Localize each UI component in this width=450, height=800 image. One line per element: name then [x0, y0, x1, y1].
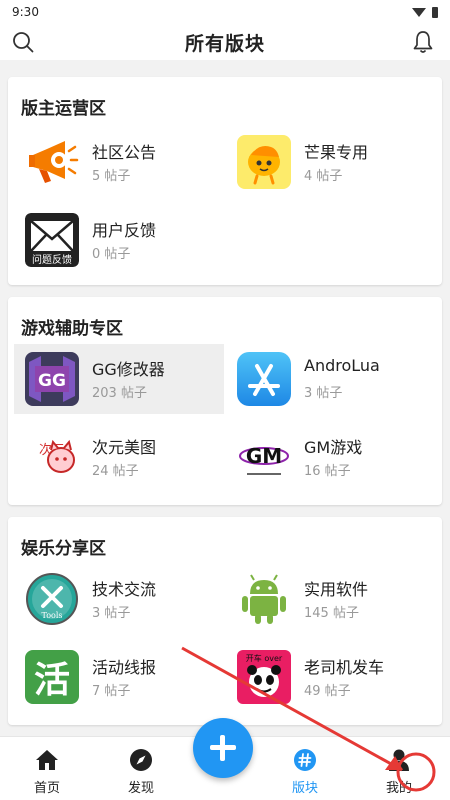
board-item-feedback[interactable]: 问题反馈 用户反馈 0 帖子: [14, 205, 224, 275]
board-item-events[interactable]: 活 活动线报 7 帖子: [14, 642, 224, 712]
nav-label: 版块: [291, 781, 318, 796]
board-list: 版主运营区 社区公告 5 帖子 芒果专用 4 帖子 问题反馈 用户反馈 0 帖子…: [0, 60, 450, 736]
top-app-bar: 所有版块: [0, 24, 450, 60]
section-title: 游戏辅助专区: [21, 319, 123, 339]
board-name: 老司机发车: [304, 658, 385, 677]
icon-caption: Tools: [41, 611, 62, 620]
post-count: 203 帖子: [92, 386, 147, 401]
mango-icon: [237, 135, 291, 189]
page-title: 所有版块: [184, 32, 265, 55]
board-item-gm-games[interactable]: GM GM游戏 16 帖子: [226, 422, 436, 492]
gm-logo-icon: GM: [237, 430, 291, 484]
icon-caption: 活: [34, 660, 70, 701]
board-item-software[interactable]: 实用软件 145 帖子: [226, 564, 436, 634]
post-count: 5 帖子: [92, 169, 131, 184]
board-name: GG修改器: [92, 360, 165, 379]
section-title: 版主运营区: [21, 99, 106, 119]
board-item-gg[interactable]: GG GG修改器 203 帖子: [14, 344, 224, 414]
gg-icon: GG: [25, 352, 79, 406]
board-name: 技术交流: [92, 580, 157, 599]
create-post-fab[interactable]: [193, 718, 253, 778]
anime-art-icon: 次元: [25, 430, 79, 484]
section-card-entertainment: 娱乐分享区 Tools 技术交流 3 帖子 实用软件 145 帖子 活 活动线报…: [8, 517, 442, 725]
status-bar: 9:30: [0, 0, 450, 24]
board-name: 实用软件: [304, 580, 369, 599]
icon-caption: GM: [246, 444, 282, 468]
board-name: 社区公告: [92, 143, 157, 162]
status-time: 9:30: [12, 5, 39, 19]
battery-icon: [432, 6, 438, 18]
compass-icon: [130, 749, 152, 771]
nav-label: 首页: [33, 781, 60, 796]
board-item-anime-art[interactable]: 次元 次元美图 24 帖子: [14, 422, 224, 492]
board-item-announcements[interactable]: 社区公告 5 帖子: [14, 127, 224, 197]
mail-icon: 问题反馈: [25, 213, 79, 267]
wifi-icon: [412, 7, 426, 17]
android-icon: [237, 572, 291, 626]
section-card-moderator: 版主运营区 社区公告 5 帖子 芒果专用 4 帖子 问题反馈 用户反馈 0 帖子: [8, 77, 442, 285]
notification-bell-icon[interactable]: [412, 30, 434, 54]
board-name: GM游戏: [304, 438, 363, 457]
section-card-game-tools: 游戏辅助专区 GG GG修改器 203 帖子 AndroLua 3 帖子 次元美…: [8, 297, 442, 505]
post-count: 3 帖子: [92, 606, 131, 621]
post-count: 7 帖子: [92, 684, 131, 699]
board-item-tech[interactable]: Tools 技术交流 3 帖子: [14, 564, 224, 634]
post-count: 4 帖子: [304, 169, 343, 184]
search-icon[interactable]: [12, 31, 34, 53]
section-title: 娱乐分享区: [21, 539, 106, 559]
post-count: 16 帖子: [304, 464, 351, 479]
board-name: 次元美图: [92, 438, 157, 457]
board-name: AndroLua: [304, 356, 380, 375]
nav-me[interactable]: 我的: [364, 737, 434, 800]
post-count: 49 帖子: [304, 684, 351, 699]
post-count: 24 帖子: [92, 464, 139, 479]
nav-label: 发现: [127, 781, 154, 796]
board-item-driver[interactable]: 开车 over 老司机发车 49 帖子: [226, 642, 436, 712]
nav-home[interactable]: 首页: [12, 737, 82, 800]
post-count: 145 帖子: [304, 606, 359, 621]
hashtag-icon: [294, 749, 316, 771]
board-name: 用户反馈: [92, 221, 157, 240]
megaphone-icon: [29, 141, 79, 183]
board-name: 芒果专用: [304, 143, 369, 162]
board-name: 活动线报: [92, 658, 157, 677]
nav-label: 我的: [385, 781, 412, 796]
board-item-androlua[interactable]: AndroLua 3 帖子: [226, 344, 436, 414]
icon-caption: 问题反馈: [32, 253, 72, 266]
nav-boards[interactable]: 版块: [270, 737, 340, 800]
board-item-mango[interactable]: 芒果专用 4 帖子: [226, 127, 436, 197]
icon-caption: GG: [38, 371, 66, 391]
huo-icon: 活: [25, 650, 79, 704]
app-store-icon: [237, 352, 291, 406]
status-icons: [412, 6, 438, 18]
tools-icon: Tools: [25, 572, 79, 626]
post-count: 0 帖子: [92, 247, 131, 262]
icon-caption: 开车 over: [246, 653, 283, 663]
nav-discover[interactable]: 发现: [106, 737, 176, 800]
home-icon: [36, 750, 58, 770]
post-count: 3 帖子: [304, 386, 343, 401]
panda-meme-icon: 开车 over: [237, 650, 291, 704]
person-icon: [389, 749, 409, 771]
